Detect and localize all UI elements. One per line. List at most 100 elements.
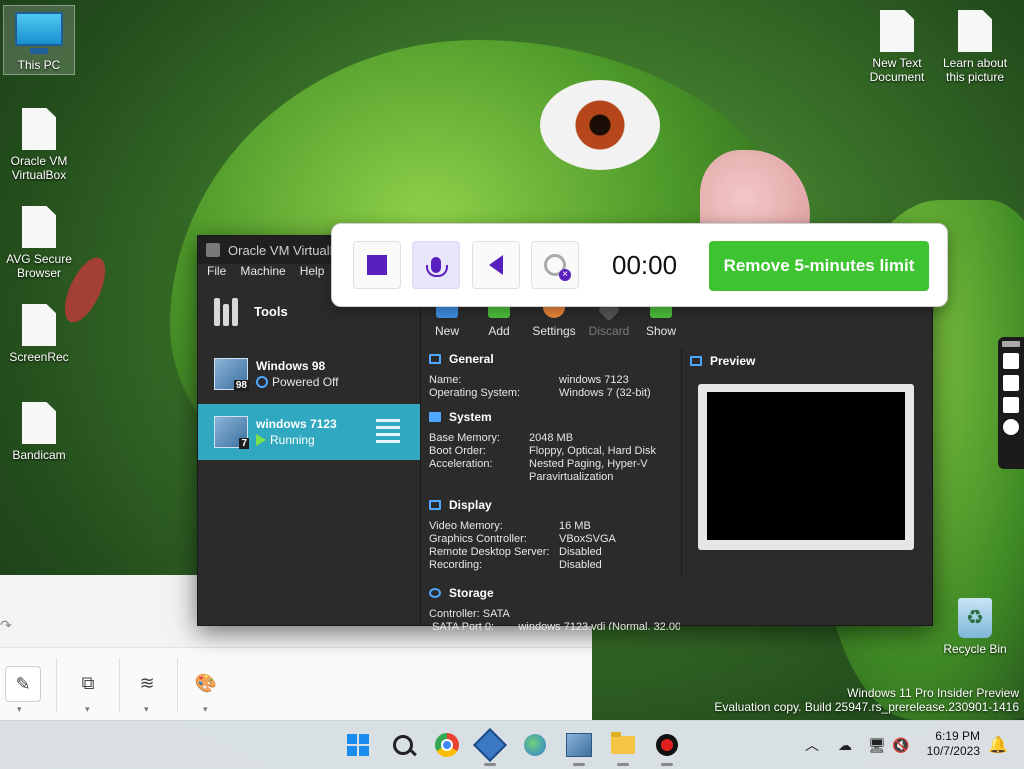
virtualbox-logo-icon: [206, 243, 220, 257]
browser-globe-icon: [524, 734, 546, 756]
search-button[interactable]: [388, 730, 418, 760]
virtualbox-icon: [473, 728, 507, 762]
notification-bell-icon[interactable]: 🔔: [988, 735, 1008, 754]
speaker-button[interactable]: [472, 241, 520, 289]
details-pane: General Name: windows 7123 Operating Syst…: [421, 348, 680, 630]
taskbar: ︿ ☁ 🖥 🔇 6:19 PM 10/7/2023 🔔: [0, 720, 1024, 769]
display-icon: [429, 500, 441, 510]
file-icon: [22, 304, 56, 346]
shapes-tool-button[interactable]: ⧉: [71, 666, 105, 700]
show-hidden-icons-button[interactable]: ︿: [803, 736, 821, 754]
line-size-icon: ≋: [139, 672, 155, 693]
folder-icon: [611, 732, 635, 754]
recorder-toolbar: 00:00 Remove 5-minutes limit: [331, 223, 948, 307]
start-button[interactable]: [343, 730, 373, 760]
section-display[interactable]: Display: [421, 494, 680, 516]
details-menu-icon[interactable]: [376, 419, 400, 443]
power-off-icon: [256, 376, 268, 388]
preview-pane: Preview: [681, 348, 932, 578]
speaker-icon: [489, 255, 503, 275]
taskbar-windows-7-vm[interactable]: [564, 730, 594, 766]
taskbar-virtualbox[interactable]: [473, 728, 507, 766]
line-size-button[interactable]: ≋: [130, 666, 164, 700]
section-system[interactable]: System: [421, 406, 680, 428]
desktop-icon-label: Recycle Bin: [943, 642, 1007, 656]
brush-icon: ✎: [15, 673, 31, 694]
taskbar-avg-browser[interactable]: [520, 730, 550, 760]
taskbar-chrome[interactable]: [432, 730, 462, 760]
colors-button[interactable]: 🎨: [189, 666, 223, 700]
vm-item-windows-98[interactable]: 98 Windows 98 Powered Off: [198, 346, 420, 402]
chevron-down-icon[interactable]: ▾: [203, 704, 208, 715]
video-camera-icon[interactable]: [1003, 375, 1019, 391]
menu-help[interactable]: Help: [300, 264, 325, 282]
redo-icon[interactable]: ↷: [0, 617, 12, 634]
monitor-icon: [15, 12, 63, 46]
preview-screen: [707, 392, 905, 540]
windows-icon[interactable]: [1003, 397, 1019, 413]
desktop-icon-label: This PC: [17, 58, 61, 72]
taskbar-file-explorer[interactable]: [608, 730, 638, 766]
volume-muted-icon[interactable]: 🔇: [892, 736, 910, 754]
remove-limit-button[interactable]: Remove 5-minutes limit: [709, 241, 929, 291]
desktop-icon-label: ScreenRec: [9, 350, 69, 364]
desktop-icon-this-pc[interactable]: This PC: [3, 5, 75, 75]
desktop-icon-avg-browser[interactable]: AVG Secure Browser: [4, 206, 74, 280]
chevron-down-icon[interactable]: ▾: [85, 704, 90, 715]
file-icon: [880, 10, 914, 52]
wallpaper-eye: [540, 80, 660, 170]
menu-file[interactable]: File: [207, 264, 226, 282]
desktop-icon-label: Bandicam: [12, 448, 66, 462]
palette-icon: 🎨: [194, 672, 218, 693]
desktop-icon-new-text-document[interactable]: New Text Document: [862, 10, 932, 84]
network-icon[interactable]: 🖥: [868, 736, 886, 754]
record-icon: [656, 734, 678, 756]
file-icon: [22, 402, 56, 444]
clock[interactable]: 6:19 PM 10/7/2023: [922, 729, 980, 759]
chip-icon: [429, 412, 441, 422]
storage-icon: [429, 588, 441, 598]
vm-item-windows-7123[interactable]: 7 windows 7123 Running: [198, 404, 420, 460]
desktop-icon-learn-about-picture[interactable]: Learn about this picture: [940, 10, 1010, 84]
desktop-icon-recycle-bin[interactable]: ♻ Recycle Bin: [940, 598, 1010, 656]
windows-7-os-icon: 7: [214, 416, 249, 449]
monitor-icon: [690, 356, 702, 366]
webcam-off-icon: [544, 254, 571, 281]
file-icon: [22, 206, 56, 248]
desktop-icon-label: Learn about this picture: [942, 56, 1008, 84]
desktop-icon-virtualbox[interactable]: Oracle VM VirtualBox: [4, 108, 74, 182]
section-preview[interactable]: Preview: [682, 348, 932, 372]
windows-watermark: Windows 11 Pro Insider Preview Evaluatio…: [714, 686, 1019, 714]
tools-icon: [214, 296, 244, 326]
stop-button[interactable]: [353, 241, 401, 289]
chevron-down-icon[interactable]: ▾: [17, 704, 22, 715]
desktop-icon-bandicam[interactable]: Bandicam: [4, 402, 74, 462]
section-general[interactable]: General: [421, 348, 680, 370]
drag-handle-icon[interactable]: [1002, 341, 1020, 347]
vm-state: Running: [270, 433, 315, 447]
side-capture-toolbar: [998, 337, 1024, 469]
chevron-down-icon[interactable]: ▾: [144, 704, 149, 715]
windows-98-os-icon: 98: [214, 358, 249, 391]
brush-tool-button[interactable]: ✎: [5, 666, 41, 702]
microphone-icon: [426, 257, 448, 277]
windows-logo-icon: [347, 734, 369, 756]
onedrive-icon[interactable]: ☁: [836, 736, 854, 754]
clock-time: 6:19 PM: [935, 729, 980, 743]
webcam-button[interactable]: [531, 241, 579, 289]
paint-canvas-area: ↷: [0, 575, 197, 647]
vm-name: windows 7123: [256, 417, 337, 431]
gear-icon[interactable]: [1003, 419, 1019, 435]
recycle-bin-icon: ♻: [958, 598, 992, 638]
vm-window-icon: [566, 733, 592, 757]
taskbar-screen-recorder[interactable]: [652, 730, 682, 766]
desktop-icon-screenrec[interactable]: ScreenRec: [4, 304, 74, 364]
microphone-button[interactable]: [412, 241, 460, 289]
file-icon: [22, 108, 56, 150]
desktop-icon-label: Oracle VM VirtualBox: [10, 154, 68, 182]
camera-icon[interactable]: [1003, 353, 1019, 369]
shapes-icon: ⧉: [81, 672, 95, 693]
vm-state: Powered Off: [272, 375, 339, 389]
section-storage[interactable]: Storage: [421, 582, 680, 604]
menu-machine[interactable]: Machine: [240, 264, 285, 282]
